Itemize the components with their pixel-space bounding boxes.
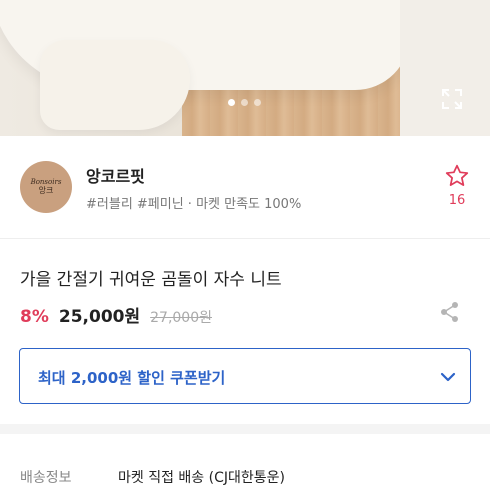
like-count: 16 — [448, 193, 466, 208]
shop-logo[interactable]: Bonsoirs 앙크 — [20, 161, 72, 213]
coupon-button[interactable]: 최대 2,000원 할인 쿠폰받기 — [19, 348, 471, 404]
product-image-carousel[interactable] — [0, 0, 490, 136]
discount-rate: 8% — [20, 307, 49, 327]
shop-info: Bonsoirs 앙크 앙코르핏 #러블리 #페미닌 · 마켓 만족도 100%… — [0, 137, 490, 237]
image-wall — [400, 0, 490, 136]
divider — [0, 238, 490, 239]
shipping-label: 배송정보 — [20, 470, 72, 486]
original-price: 27,000원 — [150, 310, 212, 326]
shop-name[interactable]: 앙코르핏 — [86, 163, 145, 187]
chevron-down-icon — [438, 367, 458, 387]
sale-price: 25,000원 — [58, 307, 141, 327]
expand-icon[interactable] — [441, 88, 463, 110]
section-separator — [0, 424, 490, 434]
like-button[interactable]: 16 — [440, 163, 474, 208]
carousel-dot-1[interactable] — [228, 99, 235, 106]
coupon-label: 최대 2,000원 할인 쿠폰받기 — [38, 369, 226, 387]
price-row: 8% 25,000원 27,000원 — [20, 302, 212, 327]
star-outline-icon — [445, 164, 469, 186]
shop-logo-text-2: 앙크 — [38, 186, 54, 196]
shipping-value: 마켓 직접 배송 (CJ대한통운) — [118, 470, 285, 486]
image-sleeve — [40, 40, 190, 130]
product-title: 가을 간절기 귀여운 곰돌이 자수 니트 — [20, 270, 282, 290]
carousel-dot-3[interactable] — [254, 99, 261, 106]
share-icon[interactable] — [440, 301, 460, 323]
carousel-dot-2[interactable] — [241, 99, 248, 106]
carousel-indicator — [228, 99, 261, 106]
shop-tags: #러블리 #페미닌 · 마켓 만족도 100% — [86, 197, 302, 212]
